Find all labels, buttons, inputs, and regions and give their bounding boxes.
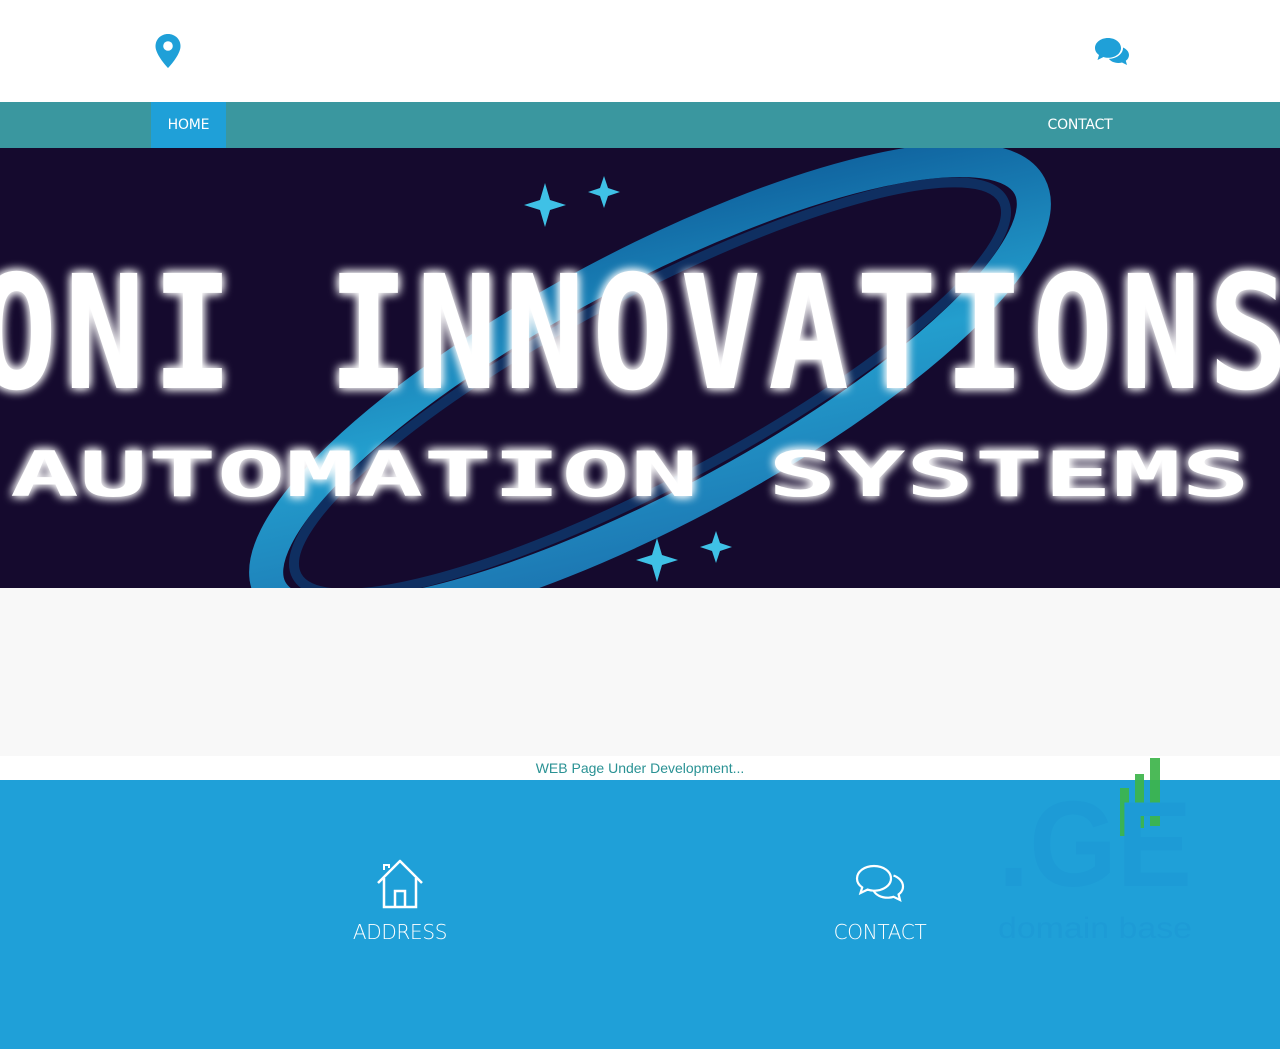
chat-bubbles-icon	[855, 864, 905, 903]
main-navigation: HOME CONTACT	[0, 102, 1280, 148]
chat-bubbles-icon[interactable]	[1094, 36, 1130, 66]
hero-banner: ONI INNOVATIONS AUTOMATION SYSTEMS	[0, 148, 1280, 588]
banner-subtitle: AUTOMATION SYSTEMS	[10, 438, 1250, 511]
ge-domain-logo[interactable]: .GE domain base	[998, 756, 1198, 946]
footer-contact-block[interactable]: CONTACT	[780, 858, 980, 944]
map-marker-icon[interactable]	[154, 33, 182, 69]
ge-logo-subtext: domain base	[998, 912, 1192, 945]
content-area	[0, 588, 1280, 756]
footer-address-block[interactable]: ADDRESS	[300, 858, 500, 944]
home-icon	[377, 859, 423, 909]
banner-title: ONI INNOVATIONS	[0, 242, 1280, 426]
nav-home-link[interactable]: HOME	[151, 102, 226, 148]
footer-contact-label: CONTACT	[833, 920, 927, 944]
ge-logo-text: .GE	[998, 776, 1192, 912]
banner-logo-image: ONI INNOVATIONS AUTOMATION SYSTEMS	[0, 148, 1280, 588]
footer-address-label: ADDRESS	[352, 920, 448, 944]
nav-contact-link[interactable]: CONTACT	[1031, 102, 1129, 148]
top-header	[0, 0, 1280, 102]
